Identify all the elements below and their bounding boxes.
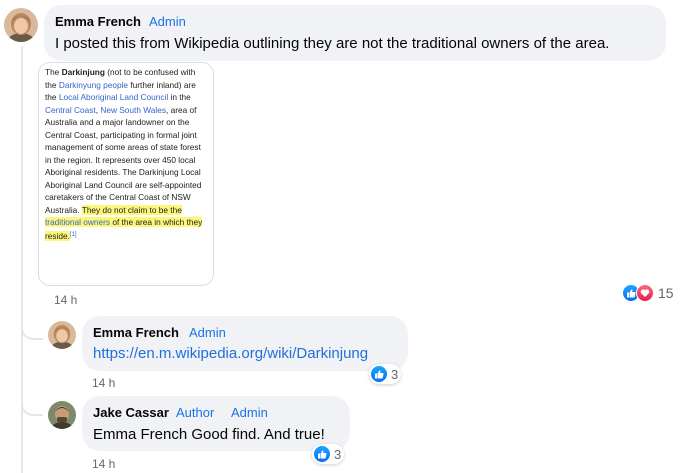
love-icon bbox=[636, 284, 654, 302]
image-text-segment: They do not claim to be the bbox=[81, 204, 182, 215]
comment-timestamp[interactable]: 14 h bbox=[54, 293, 77, 307]
comment-timestamp[interactable]: 14 h bbox=[92, 376, 115, 390]
reply-connector bbox=[21, 310, 43, 340]
reaction-summary[interactable]: 15 bbox=[622, 284, 674, 302]
image-text-segment: traditional owners bbox=[45, 217, 111, 227]
comment-author[interactable]: Emma French bbox=[55, 14, 141, 29]
comment-author[interactable]: Jake Cassar bbox=[93, 405, 169, 420]
image-text-segment: in the bbox=[168, 92, 191, 102]
reaction-count: 3 bbox=[391, 366, 399, 382]
comment-text: I posted this from Wikipedia outlining t… bbox=[55, 35, 610, 52]
reaction-summary[interactable]: 3 bbox=[369, 364, 402, 384]
avatar[interactable] bbox=[48, 321, 76, 349]
comment-link[interactable]: https://en.m.wikipedia.org/wiki/Darkinju… bbox=[93, 345, 368, 362]
author-badge: Author bbox=[176, 405, 215, 420]
wiki-link: Central Coast bbox=[45, 104, 96, 115]
reply-connector bbox=[21, 386, 43, 416]
like-icon bbox=[370, 365, 388, 383]
avatar[interactable] bbox=[48, 401, 76, 429]
admin-badge: Admin bbox=[231, 405, 268, 420]
wiki-link: New South Wales bbox=[100, 104, 166, 115]
wiki-link: Darkinyung people bbox=[58, 79, 129, 90]
like-icon bbox=[313, 445, 331, 463]
avatar[interactable] bbox=[4, 8, 38, 42]
reaction-count: 3 bbox=[334, 446, 342, 462]
image-text: The Darkinjung (not to be confused with … bbox=[39, 63, 213, 243]
reaction-summary[interactable]: 3 bbox=[312, 444, 345, 464]
wiki-link: Local Aboriginal Land Council bbox=[58, 92, 169, 102]
comment-timestamp[interactable]: 14 h bbox=[92, 457, 115, 471]
comment-text: Emma French Good find. And true! bbox=[93, 426, 325, 443]
admin-badge: Admin bbox=[149, 14, 186, 29]
comment-author[interactable]: Emma French bbox=[93, 325, 179, 340]
citation: [1] bbox=[69, 231, 77, 238]
image-text-segment: , area of Australia and a major landowne… bbox=[45, 104, 202, 215]
image-text-segment: The bbox=[45, 67, 62, 77]
admin-badge: Admin bbox=[189, 325, 226, 340]
attached-image[interactable]: The Darkinjung (not to be confused with … bbox=[38, 62, 214, 286]
image-text-segment: Darkinjung bbox=[61, 67, 105, 77]
reaction-count: 15 bbox=[658, 285, 674, 301]
